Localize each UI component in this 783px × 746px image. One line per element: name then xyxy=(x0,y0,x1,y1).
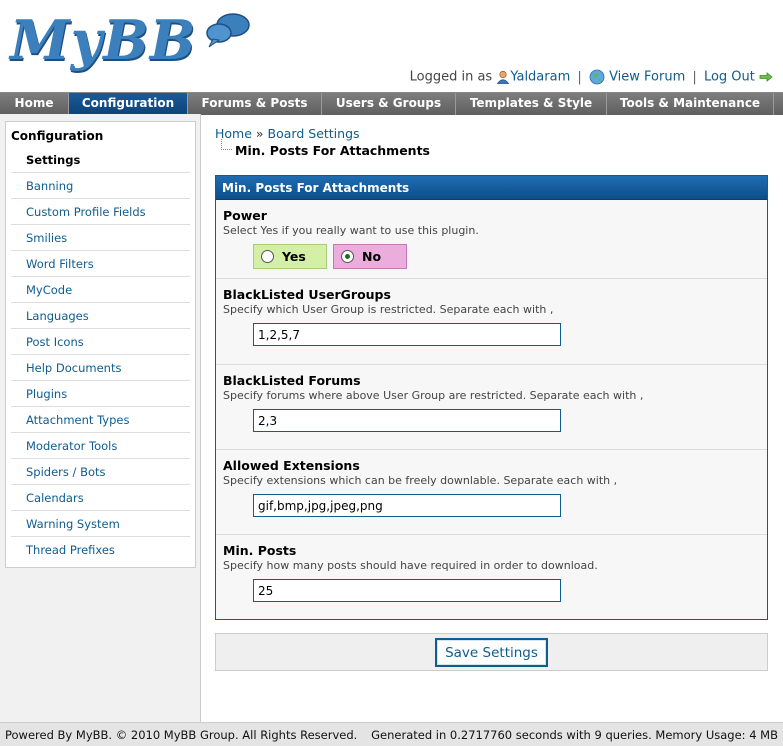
save-settings-button[interactable]: Save Settings xyxy=(435,638,548,667)
sidebar-item-spiders-bots[interactable]: Spiders / Bots xyxy=(11,459,190,485)
separator: | xyxy=(692,69,697,85)
footer-copyright: Powered By MyBB. © 2010 MyBB Group. All … xyxy=(5,728,358,742)
power-no-option[interactable]: No xyxy=(333,244,407,269)
footer: Powered By MyBB. © 2010 MyBB Group. All … xyxy=(0,722,783,746)
setting-power: Power Select Yes if you really want to u… xyxy=(216,200,767,279)
setting-allowed-extensions: Allowed Extensions Specify extensions wh… xyxy=(216,450,767,535)
speech-bubble-icon xyxy=(206,13,250,48)
main-content: Home » Board Settings Min. Posts For Att… xyxy=(215,126,768,671)
sidebar-item-help-documents[interactable]: Help Documents xyxy=(11,355,190,381)
power-no-radio[interactable] xyxy=(341,250,354,263)
tab-overflow xyxy=(774,93,783,115)
footer-stats: Generated in 0.2717760 seconds with 9 qu… xyxy=(371,728,778,742)
breadcrumb-board-settings[interactable]: Board Settings xyxy=(268,126,360,141)
user-line: Logged in as Yaldaram | View Forum | Log… xyxy=(410,69,773,85)
header: MyBB Logged in as Yaldaram | View Forum … xyxy=(0,0,783,92)
setting-title: BlackListed UserGroups xyxy=(223,287,391,302)
setting-description: Select Yes if you really want to use thi… xyxy=(223,224,479,237)
power-yes-radio[interactable] xyxy=(261,250,274,263)
user-icon xyxy=(497,70,510,84)
settings-box: Min. Posts For Attachments Power Select … xyxy=(215,175,768,620)
username-link[interactable]: Yaldaram xyxy=(510,70,570,85)
logo-text: MyBB xyxy=(10,8,197,72)
settings-box-header: Min. Posts For Attachments xyxy=(216,176,767,200)
setting-min-posts: Min. Posts Specify how many posts should… xyxy=(216,535,767,619)
sidebar-item-smilies[interactable]: Smilies xyxy=(11,225,190,251)
sidebar-item-attachment-types[interactable]: Attachment Types xyxy=(11,407,190,433)
sidebar-item-mycode[interactable]: MyCode xyxy=(11,277,190,303)
sidebar-item-plugins[interactable]: Plugins xyxy=(11,381,190,407)
globe-icon xyxy=(589,69,605,85)
sidebar-title: Configuration xyxy=(11,129,104,143)
sidebar-area: Configuration Settings Banning Custom Pr… xyxy=(0,114,201,722)
logged-in-label: Logged in as xyxy=(409,69,493,85)
submit-bar: Save Settings xyxy=(215,633,768,671)
setting-description: Specify forums where above User Group ar… xyxy=(223,389,644,402)
sidebar-item-calendars[interactable]: Calendars xyxy=(11,485,190,511)
page-title: Min. Posts For Attachments xyxy=(215,139,768,158)
sidebar-item-custom-profile-fields[interactable]: Custom Profile Fields xyxy=(11,199,190,225)
blacklisted-usergroups-input[interactable] xyxy=(253,323,561,346)
top-menu: Home Configuration Forums & Posts Users … xyxy=(0,92,783,115)
view-forum-link[interactable]: View Forum xyxy=(609,70,685,85)
blacklisted-forums-input[interactable] xyxy=(253,409,561,432)
setting-description: Specify extensions which can be freely d… xyxy=(223,474,618,487)
power-radio-group: Yes No xyxy=(253,244,760,269)
mybb-logo[interactable]: MyBB xyxy=(8,6,253,78)
breadcrumb-separator: » xyxy=(255,126,264,141)
sidebar-item-warning-system[interactable]: Warning System xyxy=(11,511,190,537)
sidebar-item-post-icons[interactable]: Post Icons xyxy=(11,329,190,355)
tab-home[interactable]: Home xyxy=(0,93,69,115)
min-posts-input[interactable] xyxy=(253,579,561,602)
power-yes-option[interactable]: Yes xyxy=(253,244,327,269)
arrow-right-icon xyxy=(759,72,773,82)
setting-title: BlackListed Forums xyxy=(223,373,361,388)
sidebar-item-word-filters[interactable]: Word Filters xyxy=(11,251,190,277)
tab-users-groups[interactable]: Users & Groups xyxy=(322,93,456,115)
sidebar-item-thread-prefixes[interactable]: Thread Prefixes xyxy=(11,537,190,563)
tab-forums-posts[interactable]: Forums & Posts xyxy=(188,93,322,115)
setting-description: Specify which User Group is restricted. … xyxy=(223,303,554,316)
setting-title: Power xyxy=(223,208,267,223)
setting-blacklisted-usergroups: BlackListed UserGroups Specify which Use… xyxy=(216,279,767,365)
tab-templates-style[interactable]: Templates & Style xyxy=(456,93,607,115)
setting-title: Allowed Extensions xyxy=(223,458,360,473)
power-yes-label: Yes xyxy=(282,249,306,264)
setting-blacklisted-forums: BlackListed Forums Specify forums where … xyxy=(216,365,767,450)
setting-description: Specify how many posts should have requi… xyxy=(223,559,598,572)
logout-link[interactable]: Log Out xyxy=(704,70,755,85)
tab-configuration[interactable]: Configuration xyxy=(69,93,188,115)
breadcrumb: Home » Board Settings xyxy=(215,126,768,141)
setting-title: Min. Posts xyxy=(223,543,297,558)
sidebar-item-banning[interactable]: Banning xyxy=(11,173,190,199)
sidebar-item-languages[interactable]: Languages xyxy=(11,303,190,329)
separator: | xyxy=(577,69,582,85)
sidebar-item-settings[interactable]: Settings xyxy=(11,147,190,173)
sidebar-item-moderator-tools[interactable]: Moderator Tools xyxy=(11,433,190,459)
power-no-label: No xyxy=(362,249,382,264)
sidebar: Configuration Settings Banning Custom Pr… xyxy=(5,121,196,568)
allowed-extensions-input[interactable] xyxy=(253,494,561,517)
tab-tools-maintenance[interactable]: Tools & Maintenance xyxy=(607,93,774,115)
